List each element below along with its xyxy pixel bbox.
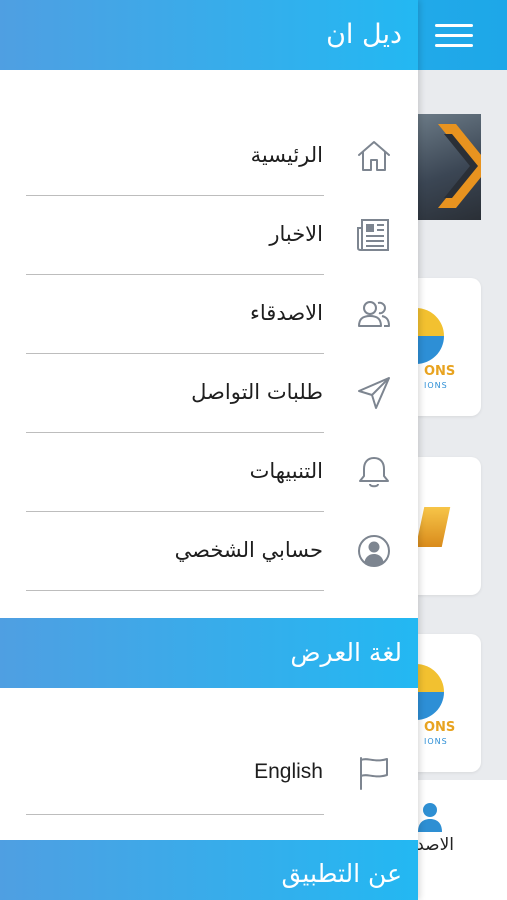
display-language-section-header: لغة العرض [0,618,418,688]
menu-item-home[interactable]: الرئيسية [0,118,418,197]
menu-item-label: التنبيهات [249,459,323,483]
chevron-graphic-icon [438,124,481,208]
menu-item-profile[interactable]: حسابي الشخصي [0,513,418,592]
about-app-section-header[interactable]: عن التطبيق [0,840,418,900]
bell-icon [359,457,389,488]
language-option-english[interactable]: English [0,733,418,815]
bottom-navigation: الاصدقاء [418,780,507,900]
divider [26,353,324,354]
menu-item-friends[interactable]: الاصدقاء [0,276,418,355]
newspaper-icon [357,219,389,251]
drawer-header: ديل ان [0,0,418,70]
background-card[interactable]: ONS IONS [388,634,481,772]
card-sub-text: IONS [424,737,448,746]
language-option-label: English [254,760,323,783]
app-title: ديل ان [326,19,402,50]
divider [26,274,324,275]
divider [26,590,324,591]
background-card[interactable]: ONS IONS [388,278,481,416]
divider [26,195,324,196]
menu-item-label: الاصدقاء [250,301,323,325]
menu-item-news[interactable]: الاخبار [0,197,418,276]
card-sub-text: IONS [424,381,448,390]
menu-item-label: الاخبار [269,222,323,246]
divider [26,511,324,512]
hamburger-menu-icon[interactable] [435,24,473,48]
divider [26,432,324,433]
menu-item-label: الرئيسية [250,143,323,167]
bottom-nav-friends-label[interactable]: الاصدقاء [418,835,454,855]
drawer-menu-list: الرئيسية الاخبار الاصدقاء طلبات التواصل … [0,118,418,592]
section-title: لغة العرض [290,638,402,667]
banner-image[interactable] [418,114,481,220]
section-title: عن التطبيق [281,859,402,888]
background-card[interactable] [415,457,481,595]
profile-icon [358,535,390,567]
card-brand-text: ONS [424,364,456,379]
menu-item-contact-requests[interactable]: طلبات التواصل [0,355,418,434]
card-brand-text: ONS [424,720,456,735]
person-icon[interactable] [418,802,442,832]
friends-icon [358,301,390,327]
send-icon [358,377,390,409]
menu-item-label: حسابي الشخصي [174,538,323,562]
home-icon [358,141,390,171]
menu-item-label: طلبات التواصل [191,380,323,404]
navigation-drawer: ديل ان الرئيسية الاخبار الاصدقاء طلبات ا… [0,0,418,900]
company-logo-icon [415,507,451,547]
menu-item-notifications[interactable]: التنبيهات [0,434,418,513]
divider [26,814,324,815]
flag-icon [360,757,388,790]
